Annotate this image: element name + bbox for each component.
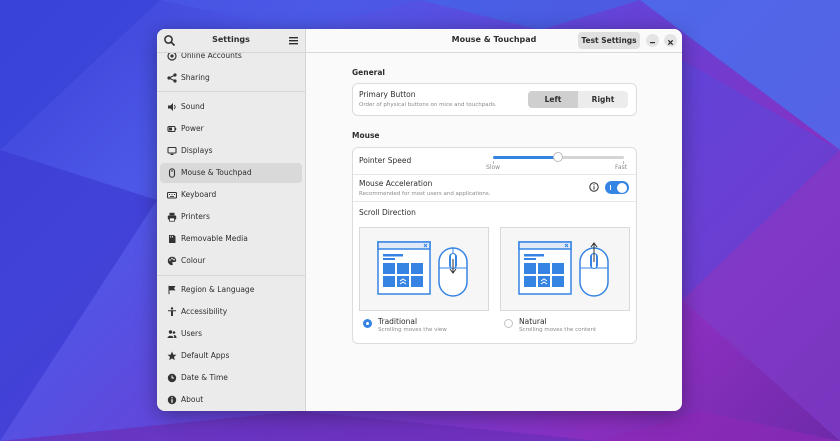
sidebar-item-label: Mouse & Touchpad xyxy=(181,168,252,177)
sidebar-item-date-time[interactable]: Date & Time xyxy=(160,368,302,388)
toggle-knob xyxy=(617,182,627,193)
sidebar-item-users[interactable]: Users xyxy=(160,324,302,344)
pointer-speed-fill xyxy=(493,156,558,159)
radio-dot xyxy=(366,322,369,325)
sidebar-item-label: Printers xyxy=(181,212,210,221)
mouse-acceleration-title: Mouse Acceleration xyxy=(359,179,433,188)
flag-icon xyxy=(168,285,176,295)
slow-label: Slow xyxy=(486,164,501,171)
sidebar: Online Accounts Sharing Sound Power Disp… xyxy=(157,29,306,411)
natural-subtitle: Scrolling moves the content xyxy=(519,327,597,333)
traditional-subtitle: Scrolling moves the view xyxy=(378,327,447,333)
scroll-direction-title: Scroll Direction xyxy=(359,208,416,217)
sidebar-item-label: Power xyxy=(181,124,204,133)
traditional-radio[interactable] xyxy=(363,319,372,328)
accessibility-icon xyxy=(168,307,176,316)
speaker-icon xyxy=(168,103,176,111)
mouse-icon xyxy=(168,168,176,178)
natural-scroll-illustration xyxy=(518,241,609,297)
natural-label: Natural xyxy=(519,317,547,326)
toggle-on-mark xyxy=(610,185,611,190)
sidebar-header: Settings xyxy=(157,29,305,53)
sidebar-item-mouse-touchpad[interactable]: Mouse & Touchpad xyxy=(160,163,302,183)
general-card: Primary Button Order of physical buttons… xyxy=(352,83,637,116)
sidebar-item-label: About xyxy=(181,395,204,404)
pointer-speed-title: Pointer Speed xyxy=(359,156,412,165)
sidebar-item-keyboard[interactable]: Keyboard xyxy=(160,185,302,205)
row-divider xyxy=(353,201,636,202)
sidebar-item-sound[interactable]: Sound xyxy=(160,97,302,117)
mouse-section-title: Mouse xyxy=(352,131,380,140)
mouse-card: Pointer Speed Slow Fast Mouse Accelerati… xyxy=(352,147,637,344)
sidebar-item-label: Accessibility xyxy=(181,307,228,316)
sidebar-item-default-apps[interactable]: Default Apps xyxy=(160,346,302,366)
sidebar-item-label: Removable Media xyxy=(181,234,248,243)
primary-button-right[interactable]: Right xyxy=(578,91,628,108)
sidebar-item-label: Date & Time xyxy=(181,373,228,382)
main-header: Mouse & Touchpad Test Settings xyxy=(306,29,682,53)
traditional-illustration[interactable] xyxy=(359,227,489,311)
sidebar-title: Settings xyxy=(212,35,250,44)
clock-icon xyxy=(167,373,177,383)
test-settings-button[interactable]: Test Settings xyxy=(578,32,640,49)
pointer-speed-track[interactable] xyxy=(493,152,624,162)
hamburger-menu-icon[interactable] xyxy=(287,34,300,47)
sidebar-item-label: Keyboard xyxy=(181,190,217,199)
fast-label: Fast xyxy=(615,164,628,171)
star-icon xyxy=(167,351,177,361)
info-icon xyxy=(167,395,177,405)
sidebar-item-label: Colour xyxy=(181,256,206,265)
row-divider xyxy=(353,174,636,175)
natural-radio[interactable] xyxy=(504,319,513,328)
sidebar-item-displays[interactable]: Displays xyxy=(160,141,302,161)
sidebar-item-colour[interactable]: Colour xyxy=(160,251,302,271)
sidebar-item-online-accounts[interactable]: Online Accounts xyxy=(160,52,302,66)
traditional-label: Traditional xyxy=(378,317,418,326)
sidebar-item-label: Online Accounts xyxy=(181,52,242,60)
share-icon xyxy=(167,73,177,83)
minimize-icon xyxy=(650,42,655,44)
sidebar-item-label: Users xyxy=(181,329,203,338)
sidebar-separator xyxy=(157,91,305,92)
sidebar-item-accessibility[interactable]: Accessibility xyxy=(160,302,302,322)
settings-window: Online Accounts Sharing Sound Power Disp… xyxy=(157,29,682,411)
minimize-button[interactable] xyxy=(646,34,659,47)
sidebar-item-printers[interactable]: Printers xyxy=(160,207,302,227)
general-section-title: General xyxy=(352,68,385,77)
sidebar-item-about[interactable]: About xyxy=(160,390,302,410)
printer-icon xyxy=(167,212,177,222)
sidebar-item-sharing[interactable]: Sharing xyxy=(160,68,302,88)
mouse-acceleration-toggle[interactable] xyxy=(605,181,629,194)
power-icon xyxy=(167,125,177,133)
natural-illustration[interactable] xyxy=(500,227,630,311)
traditional-scroll-illustration xyxy=(377,241,468,297)
sidebar-item-label: Sharing xyxy=(181,73,210,82)
keyboard-icon xyxy=(167,191,177,199)
info-icon[interactable] xyxy=(589,182,599,192)
users-icon xyxy=(167,330,177,338)
at-icon xyxy=(167,52,177,61)
primary-button-left[interactable]: Left xyxy=(528,91,578,108)
sidebar-item-region-language[interactable]: Region & Language xyxy=(160,280,302,300)
primary-button-title: Primary Button xyxy=(359,90,416,99)
sidebar-item-power[interactable]: Power xyxy=(160,119,302,139)
primary-button-subtitle: Order of physical buttons on mice and to… xyxy=(359,102,497,108)
media-icon xyxy=(169,235,176,243)
sidebar-item-label: Displays xyxy=(181,146,213,155)
sidebar-item-label: Region & Language xyxy=(181,285,255,294)
sidebar-separator xyxy=(157,275,305,276)
close-icon xyxy=(667,39,674,46)
pointer-speed-handle[interactable] xyxy=(553,152,563,162)
palette-icon xyxy=(167,256,177,266)
sidebar-item-removable-media[interactable]: Removable Media xyxy=(160,229,302,249)
close-button[interactable] xyxy=(664,34,677,47)
mouse-acceleration-subtitle: Recommended for most users and applicati… xyxy=(359,191,491,197)
sidebar-list: Online Accounts Sharing Sound Power Disp… xyxy=(157,52,305,411)
display-icon xyxy=(167,146,177,155)
sidebar-item-label: Sound xyxy=(181,102,205,111)
sidebar-item-label: Default Apps xyxy=(181,351,230,360)
